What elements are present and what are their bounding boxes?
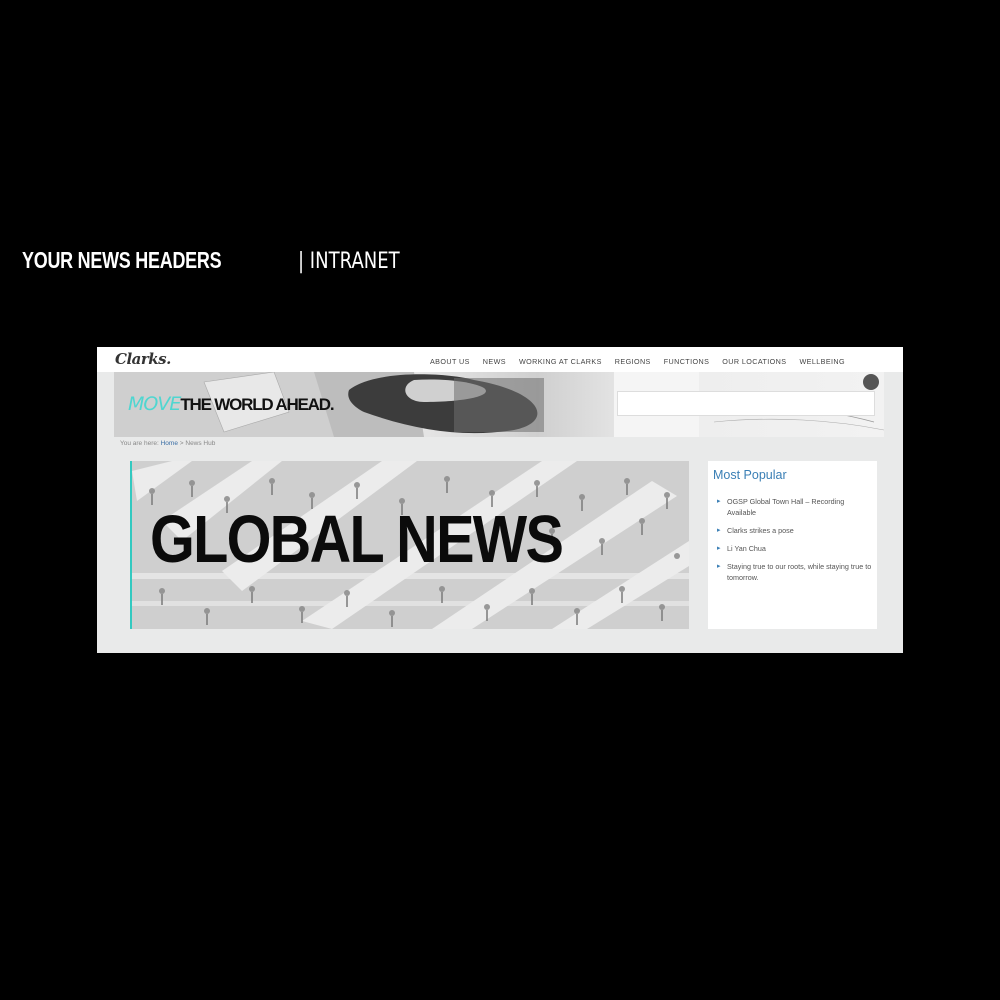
hero-title: GLOBAL NEWS xyxy=(150,502,564,577)
heading-separator: | INTRANET xyxy=(297,249,400,274)
popular-item-li-yan-chua[interactable]: Li Yan Chua xyxy=(717,543,872,554)
intranet-topbar: Clarks. ABOUT US NEWS WORKING AT CLARKS … xyxy=(97,347,903,372)
banner-tagline: MOVETHE WORLD AHEAD. xyxy=(128,393,335,415)
most-popular-title: Most Popular xyxy=(713,468,787,482)
nav-about-us[interactable]: ABOUT US xyxy=(430,357,470,366)
hero-banner: MOVETHE WORLD AHEAD. xyxy=(114,372,884,437)
popular-item-town-hall[interactable]: OGSP Global Town Hall – Recording Availa… xyxy=(717,496,872,518)
breadcrumb-separator: > xyxy=(179,440,184,447)
nav-wellbeing[interactable]: WELLBEING xyxy=(799,357,845,366)
most-popular-panel: Most Popular OGSP Global Town Hall – Rec… xyxy=(708,461,877,629)
page-heading: YOUR NEWS HEADERS | INTRANET xyxy=(22,246,422,276)
tagline-move: MOVE xyxy=(128,393,181,415)
clarks-logo[interactable]: Clarks. xyxy=(115,350,171,368)
popular-item-staying-true[interactable]: Staying true to our roots, while staying… xyxy=(717,561,872,583)
intranet-screenshot: Clarks. ABOUT US NEWS WORKING AT CLARKS … xyxy=(97,347,903,653)
search-input[interactable] xyxy=(617,391,875,416)
breadcrumb-home[interactable]: Home xyxy=(161,440,178,447)
global-news-hero[interactable]: GLOBAL NEWS xyxy=(130,461,689,629)
most-popular-list: OGSP Global Town Hall – Recording Availa… xyxy=(717,496,872,590)
popular-item-strikes-a-pose[interactable]: Clarks strikes a pose xyxy=(717,525,872,536)
nav-working-at-clarks[interactable]: WORKING AT CLARKS xyxy=(519,357,602,366)
breadcrumb: You are here: Home > News Hub xyxy=(120,440,215,447)
nav-regions[interactable]: REGIONS xyxy=(615,357,651,366)
breadcrumb-prefix: You are here: xyxy=(120,440,159,447)
tagline-rest: THE WORLD AHEAD. xyxy=(180,395,334,414)
nav-functions[interactable]: FUNCTIONS xyxy=(664,357,710,366)
main-nav: ABOUT US NEWS WORKING AT CLARKS REGIONS … xyxy=(430,357,845,366)
heading-bold: YOUR NEWS HEADERS xyxy=(22,247,222,273)
nav-our-locations[interactable]: OUR LOCATIONS xyxy=(722,357,786,366)
nav-news[interactable]: NEWS xyxy=(483,357,506,366)
breadcrumb-current: News Hub xyxy=(185,440,216,447)
